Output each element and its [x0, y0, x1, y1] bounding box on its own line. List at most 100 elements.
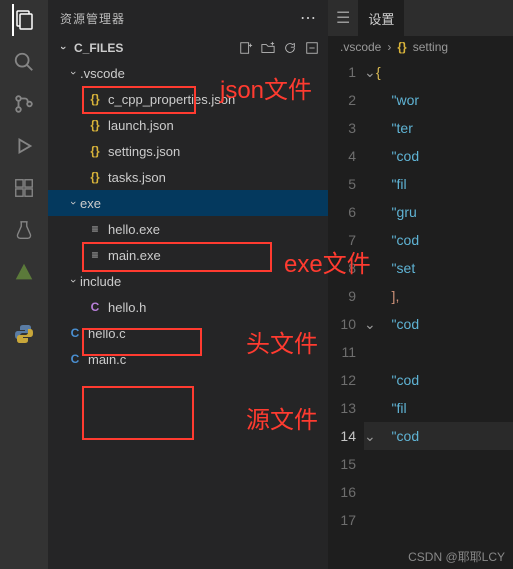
file-name: hello.exe [108, 222, 160, 237]
file-row[interactable]: Cmain.c [48, 346, 328, 372]
code-line: ⌄ "cod [364, 310, 513, 338]
code-line: "cod [364, 142, 513, 170]
json-file-icon: {} [86, 144, 104, 158]
root-folder-name: C_FILES [74, 41, 238, 55]
code-line [364, 478, 513, 506]
testing-icon[interactable] [12, 218, 36, 242]
extensions-icon[interactable] [12, 176, 36, 200]
python-icon[interactable] [12, 322, 36, 346]
line-number: 4 [328, 142, 356, 170]
tab-menu-icon[interactable]: ☰ [336, 8, 350, 28]
line-number: 10 [328, 310, 356, 338]
file-tree: ›.vscode{}c_cpp_properties.json{}launch.… [48, 60, 328, 372]
code-line [364, 450, 513, 478]
code-line: "gru [364, 198, 513, 226]
explorer-sidebar: 资源管理器 ⋯ › C_FILES ›.vscode{}c_cpp_proper… [48, 0, 328, 569]
h-file-icon: C [86, 300, 104, 314]
chevron-down-icon: › [67, 196, 79, 210]
file-row[interactable]: ≡ hello.exe [48, 216, 328, 242]
line-number: 7 [328, 226, 356, 254]
folder-name: include [80, 274, 121, 289]
file-name: tasks.json [108, 170, 166, 185]
line-number: 14 [328, 422, 356, 450]
folder-root[interactable]: › C_FILES [48, 36, 328, 60]
code-line: ⌄ "cod [364, 422, 513, 450]
chevron-down-icon: › [67, 274, 79, 288]
breadcrumb[interactable]: .vscode › {} setting [328, 36, 513, 58]
line-number: 8 [328, 254, 356, 282]
json-icon: {} [397, 40, 406, 54]
explorer-icon[interactable] [12, 8, 36, 32]
file-row[interactable]: {} c_cpp_properties.json [48, 86, 328, 112]
file-row[interactable]: ≡ main.exe [48, 242, 328, 268]
folder-name: .vscode [80, 66, 125, 81]
line-number: 1 [328, 58, 356, 86]
line-number: 12 [328, 366, 356, 394]
code-line: "fil [364, 394, 513, 422]
json-file-icon: {} [86, 170, 104, 184]
file-name: hello.c [88, 326, 126, 341]
watermark: CSDN @耶耶LCY [408, 548, 505, 565]
file-name: hello.h [108, 300, 146, 315]
sidebar-more-icon[interactable]: ⋯ [300, 8, 316, 28]
refresh-icon[interactable] [282, 40, 298, 56]
exe-file-icon: ≡ [86, 222, 104, 236]
line-number: 16 [328, 478, 356, 506]
file-name: settings.json [108, 144, 180, 159]
line-number: 5 [328, 170, 356, 198]
code-line: "cod [364, 226, 513, 254]
code-line [364, 338, 513, 366]
code-line: "set [364, 254, 513, 282]
chevron-down-icon: › [57, 41, 69, 55]
code-line: "wor [364, 86, 513, 114]
debug-icon[interactable] [12, 134, 36, 158]
folder-row[interactable]: ›include [48, 268, 328, 294]
c-file-icon: C [66, 352, 84, 366]
folder-row[interactable]: ›exe [48, 190, 328, 216]
editor-area: ☰ 设置 .vscode › {} setting 12345678910111… [328, 0, 513, 569]
cmake-icon[interactable] [12, 260, 36, 284]
source-control-icon[interactable] [12, 92, 36, 116]
file-row[interactable]: Chello.c [48, 320, 328, 346]
new-folder-icon[interactable] [260, 40, 276, 56]
json-file-icon: {} [86, 92, 104, 106]
breadcrumb-file: setting [413, 40, 448, 54]
file-name: launch.json [108, 118, 174, 133]
code-editor[interactable]: 1234567891011121314151617 ⌄{ "wor "ter "… [328, 58, 513, 534]
file-row[interactable]: {} settings.json [48, 138, 328, 164]
breadcrumb-separator: › [387, 40, 391, 54]
code-line: "fil [364, 170, 513, 198]
file-name: main.exe [108, 248, 161, 263]
file-name: main.c [88, 352, 126, 367]
file-row[interactable]: {} tasks.json [48, 164, 328, 190]
activity-bar [0, 0, 48, 569]
c-file-icon: C [66, 326, 84, 340]
sidebar-title: 资源管理器 [60, 10, 300, 27]
json-file-icon: {} [86, 118, 104, 132]
line-number: 17 [328, 506, 356, 534]
line-number: 6 [328, 198, 356, 226]
search-icon[interactable] [12, 50, 36, 74]
file-name: c_cpp_properties.json [108, 92, 235, 107]
line-number: 2 [328, 86, 356, 114]
code-line [364, 506, 513, 534]
folder-row[interactable]: ›.vscode [48, 60, 328, 86]
tab-settings[interactable]: 设置 [358, 0, 404, 36]
file-row[interactable]: Chello.h [48, 294, 328, 320]
line-number: 13 [328, 394, 356, 422]
line-number: 15 [328, 450, 356, 478]
code-line: "ter [364, 114, 513, 142]
code-line: ], [364, 282, 513, 310]
new-file-icon[interactable] [238, 40, 254, 56]
breadcrumb-folder: .vscode [340, 40, 381, 54]
tab-bar: ☰ 设置 [328, 0, 513, 36]
code-line: ⌄{ [364, 58, 513, 86]
tab-label: 设置 [368, 9, 394, 28]
line-number: 11 [328, 338, 356, 366]
code-line: "cod [364, 366, 513, 394]
exe-file-icon: ≡ [86, 248, 104, 262]
collapse-icon[interactable] [304, 40, 320, 56]
line-number: 9 [328, 282, 356, 310]
file-row[interactable]: {} launch.json [48, 112, 328, 138]
line-number: 3 [328, 114, 356, 142]
